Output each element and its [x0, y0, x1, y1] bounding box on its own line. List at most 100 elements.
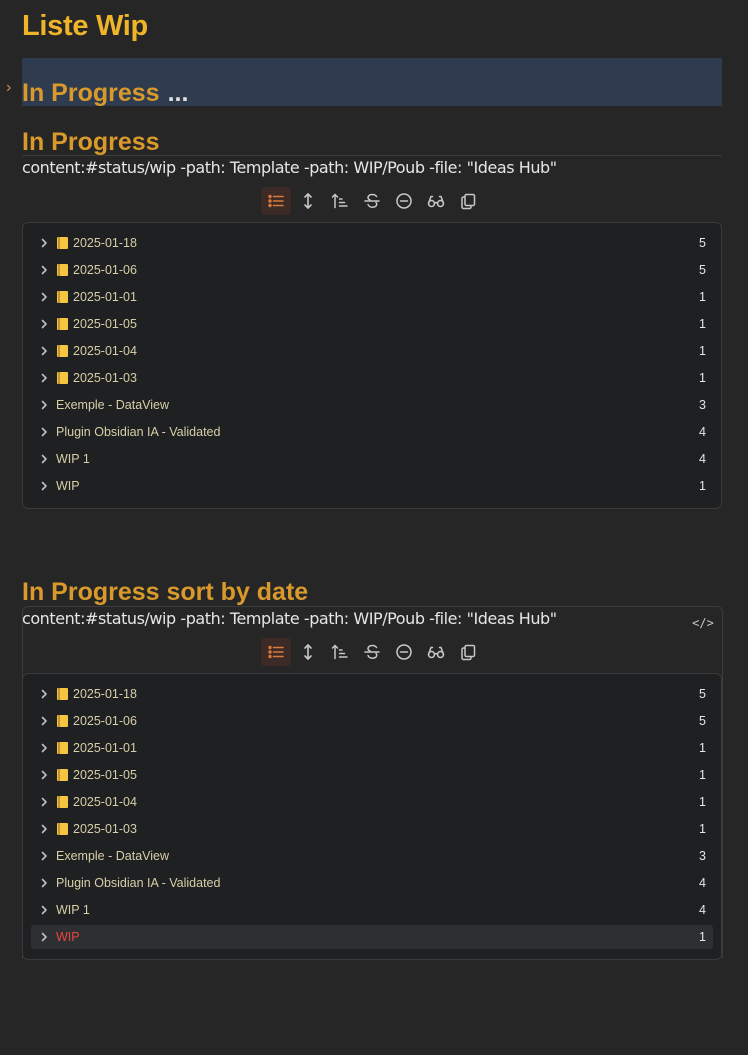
result-file-name[interactable]: 2025-01-01: [73, 285, 137, 309]
result-file-name[interactable]: 2025-01-06: [73, 709, 137, 733]
chevron-right-icon[interactable]: [39, 258, 51, 282]
match-count: 1: [699, 317, 706, 331]
chevron-right-icon[interactable]: [39, 339, 51, 363]
search-result-item[interactable]: 2025-01-04 1: [31, 790, 713, 814]
reading-mode-button[interactable]: [421, 638, 451, 666]
chevron-right-icon[interactable]: [39, 366, 51, 390]
result-file-name[interactable]: 2025-01-18: [73, 231, 137, 255]
match-count: 5: [699, 236, 706, 250]
chevron-right-icon[interactable]: [39, 682, 51, 706]
match-count: 1: [699, 479, 706, 493]
result-file-name[interactable]: 2025-01-04: [73, 790, 137, 814]
sort-button[interactable]: [325, 187, 355, 215]
page-title: Liste Wip: [22, 10, 148, 42]
search-result-item[interactable]: Plugin Obsidian IA - Validated 4: [31, 420, 713, 444]
result-file-name[interactable]: Exemple - DataView: [56, 844, 169, 868]
result-file-name[interactable]: WIP 1: [56, 447, 90, 471]
copy-icon: [459, 192, 477, 210]
chevron-right-icon[interactable]: [39, 925, 51, 949]
strikethrough-button[interactable]: [357, 638, 387, 666]
match-count: 4: [699, 876, 706, 890]
match-count: 1: [699, 741, 706, 755]
chevron-right-icon[interactable]: [39, 393, 51, 417]
strikethrough-button[interactable]: [357, 187, 387, 215]
chevron-right-icon[interactable]: [39, 420, 51, 444]
expand-results-button[interactable]: [293, 187, 323, 215]
result-file-name[interactable]: Plugin Obsidian IA - Validated: [56, 420, 220, 444]
notebook-icon: [57, 715, 68, 727]
chevron-right-icon[interactable]: [39, 736, 51, 760]
strikethrough-icon: [363, 643, 381, 661]
chevron-right-icon[interactable]: [39, 231, 51, 255]
reading-mode-button[interactable]: [421, 187, 451, 215]
copy-results-button[interactable]: [453, 187, 483, 215]
chevron-right-icon[interactable]: [39, 709, 51, 733]
expand-icon: [299, 192, 317, 210]
search-result-item[interactable]: 2025-01-06 5: [31, 258, 713, 282]
collapsed-heading-in-progress[interactable]: › In Progress...: [6, 58, 722, 107]
collapse-button[interactable]: [389, 638, 419, 666]
toggle-list-button[interactable]: [261, 638, 291, 666]
ellipsis: ...: [167, 79, 189, 107]
chevron-right-icon[interactable]: [39, 844, 51, 868]
search-result-item[interactable]: 2025-01-04 1: [31, 339, 713, 363]
chevron-right-icon[interactable]: [39, 817, 51, 841]
result-file-name[interactable]: 2025-01-04: [73, 339, 137, 363]
result-file-name[interactable]: WIP 1: [56, 898, 90, 922]
search-result-item[interactable]: WIP 1 4: [31, 898, 713, 922]
code-view-button[interactable]: </>: [692, 612, 714, 634]
chevron-right-icon[interactable]: [39, 790, 51, 814]
strikethrough-icon: [363, 192, 381, 210]
search-result-item[interactable]: Exemple - DataView 3: [31, 844, 713, 868]
result-file-name[interactable]: 2025-01-06: [73, 258, 137, 282]
result-file-name[interactable]: 2025-01-03: [73, 817, 137, 841]
search-result-item[interactable]: 2025-01-18 5: [31, 682, 713, 706]
chevron-right-icon[interactable]: [39, 285, 51, 309]
search-result-item[interactable]: WIP 1 4: [31, 447, 713, 471]
notebook-icon: [57, 823, 68, 835]
match-count: 5: [699, 687, 706, 701]
chevron-right-icon[interactable]: [39, 474, 51, 498]
search-result-item[interactable]: 2025-01-06 5: [31, 709, 713, 733]
chevron-right-icon[interactable]: ›: [6, 80, 11, 96]
glasses-icon: [427, 192, 445, 210]
copy-results-button[interactable]: [453, 638, 483, 666]
chevron-right-icon[interactable]: [39, 763, 51, 787]
search-result-item[interactable]: 2025-01-03 1: [31, 366, 713, 390]
result-file-name[interactable]: WIP: [56, 925, 80, 949]
toggle-list-button[interactable]: [261, 187, 291, 215]
result-file-name[interactable]: WIP: [56, 474, 80, 498]
notebook-icon: [57, 291, 68, 303]
result-file-name[interactable]: 2025-01-01: [73, 736, 137, 760]
chevron-right-icon[interactable]: [39, 898, 51, 922]
result-file-name[interactable]: 2025-01-05: [73, 312, 137, 336]
search-result-item[interactable]: 2025-01-01 1: [31, 736, 713, 760]
notebook-icon: [57, 264, 68, 276]
expand-results-button[interactable]: [293, 638, 323, 666]
search-result-item[interactable]: WIP 1: [31, 925, 713, 949]
search-result-item[interactable]: Exemple - DataView 3: [31, 393, 713, 417]
search-result-item[interactable]: 2025-01-01 1: [31, 285, 713, 309]
chevron-right-icon[interactable]: [39, 871, 51, 895]
result-file-name[interactable]: Exemple - DataView: [56, 393, 169, 417]
match-count: 4: [699, 452, 706, 466]
sort-icon: [331, 192, 349, 210]
search-result-item[interactable]: WIP 1: [31, 474, 713, 498]
search-result-item[interactable]: 2025-01-03 1: [31, 817, 713, 841]
search-result-item[interactable]: 2025-01-05 1: [31, 763, 713, 787]
search-result-item[interactable]: 2025-01-18 5: [31, 231, 713, 255]
result-file-name[interactable]: 2025-01-18: [73, 682, 137, 706]
chevron-right-icon[interactable]: [39, 447, 51, 471]
search-result-item[interactable]: Plugin Obsidian IA - Validated 4: [31, 871, 713, 895]
sort-button[interactable]: [325, 638, 355, 666]
match-count: 1: [699, 795, 706, 809]
match-count: 1: [699, 768, 706, 782]
result-file-name[interactable]: 2025-01-05: [73, 763, 137, 787]
match-count: 1: [699, 290, 706, 304]
search-result-item[interactable]: 2025-01-05 1: [31, 312, 713, 336]
result-file-name[interactable]: Plugin Obsidian IA - Validated: [56, 871, 220, 895]
chevron-right-icon[interactable]: [39, 312, 51, 336]
result-file-name[interactable]: 2025-01-03: [73, 366, 137, 390]
collapse-button[interactable]: [389, 187, 419, 215]
glasses-icon: [427, 643, 445, 661]
